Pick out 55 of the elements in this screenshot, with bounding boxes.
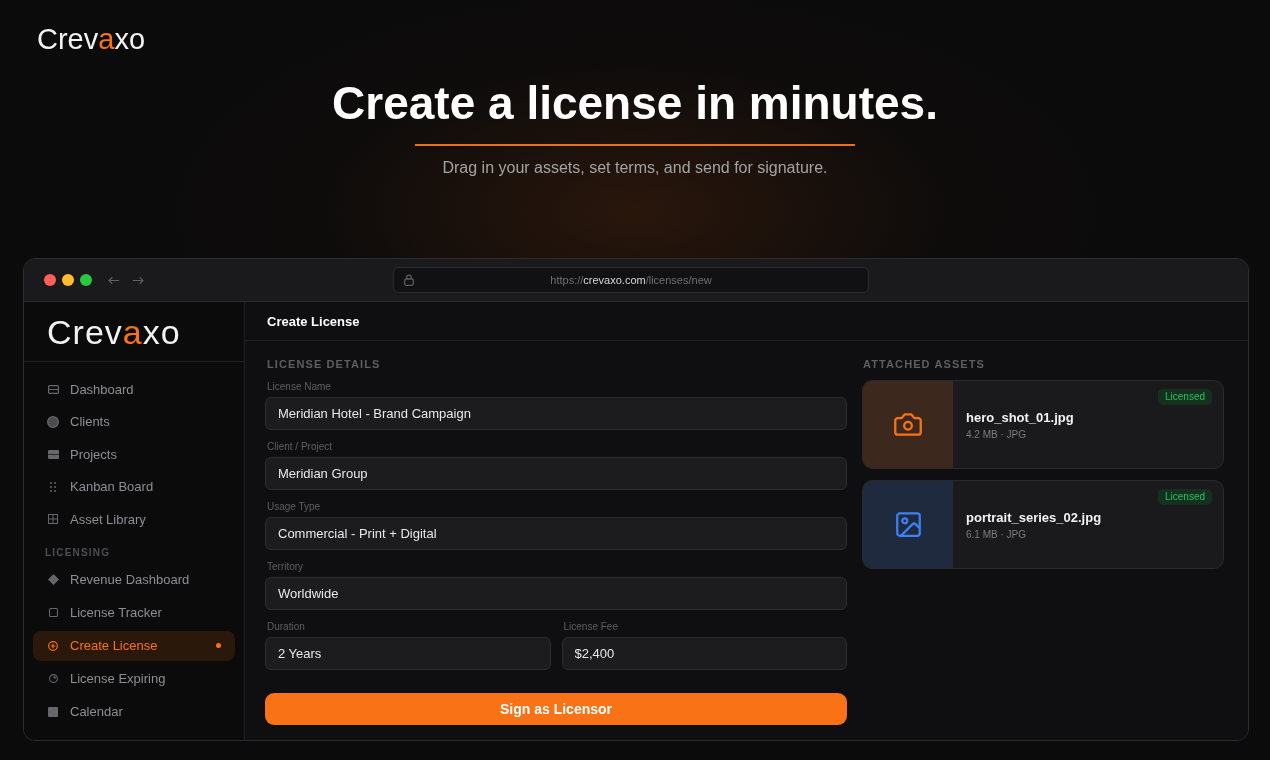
nav-item[interactable]: Clients: [33, 405, 235, 438]
nav-item[interactable]: Calendar: [33, 695, 235, 728]
nav-item[interactable]: License Tracker: [33, 596, 235, 629]
minimize-window-icon[interactable]: [62, 274, 74, 286]
maximize-window-icon[interactable]: [80, 274, 92, 286]
field-label: License Fee: [563, 620, 619, 633]
field-label: Usage Type: [267, 500, 322, 513]
square-icon: [47, 449, 59, 459]
nav-item[interactable]: Dashboard: [33, 373, 235, 406]
forward-arrow-icon[interactable]: [132, 275, 144, 285]
text-field[interactable]: Meridian Hotel - Brand Campaign: [265, 397, 847, 430]
file-meta: 6.1 MB · JPG: [966, 528, 1027, 541]
text-field[interactable]: 2 Years: [265, 637, 551, 670]
nav-item[interactable]: Projects: [33, 438, 235, 471]
hero-title: Create a license in minutes.: [332, 77, 938, 129]
square-icon: [48, 706, 58, 717]
back-arrow-icon[interactable]: [108, 275, 120, 285]
nav-item[interactable]: Create License: [33, 630, 235, 661]
diamond-icon: [47, 574, 59, 585]
plus-circle-icon: [48, 640, 58, 651]
field-label: Territory: [267, 560, 305, 573]
text-field[interactable]: Commercial - Print + Digital: [265, 517, 847, 550]
status-badge: Licensed: [1157, 489, 1212, 505]
nav-item[interactable]: Kanban Board: [33, 470, 235, 503]
page-title: Create License: [267, 313, 360, 329]
address-bar[interactable]: https://crevaxo.com/licenses/new: [393, 267, 869, 293]
close-window-icon[interactable]: [44, 274, 56, 286]
grid-icon: [48, 514, 58, 525]
clock-icon: [48, 674, 58, 683]
status-badge: Licensed: [1157, 389, 1212, 405]
hero-subtitle: Drag in your assets, set terms, and send for signature.: [442, 158, 828, 178]
url-text: https://crevaxo.com/licenses/new: [549, 274, 713, 286]
section-heading: LICENSING: [44, 545, 112, 560]
field-label: Client / Project: [267, 440, 334, 453]
field-label: License Name: [267, 380, 332, 393]
circle-icon: [47, 415, 59, 428]
brand-logo: Crevaxo: [47, 312, 181, 352]
text-field[interactable]: Worldwide: [265, 577, 847, 610]
dots-grid-icon: [50, 481, 56, 492]
file-name: hero_shot_01.jpg: [966, 410, 1075, 426]
section-title: ATTACHED ASSETS: [862, 357, 987, 372]
nav-item[interactable]: Revenue Dashboard: [33, 563, 235, 596]
square-outline-icon: [48, 608, 58, 617]
layout-icon: [47, 384, 59, 394]
nav-item[interactable]: License Expiring: [33, 662, 235, 695]
text-field[interactable]: Meridian Group: [265, 457, 847, 490]
field-label: Duration: [267, 620, 306, 633]
nav-item[interactable]: Asset Library: [33, 503, 235, 536]
active-dot-icon: [216, 643, 221, 648]
lock-icon: [404, 274, 414, 286]
file-name: portrait_series_02.jpg: [966, 510, 1103, 526]
file-meta: 4.2 MB · JPG: [966, 428, 1027, 441]
section-title: LICENSE DETAILS: [266, 357, 382, 372]
text-field[interactable]: $2,400: [561, 637, 847, 670]
brand-logo: Crevaxo: [37, 22, 145, 56]
